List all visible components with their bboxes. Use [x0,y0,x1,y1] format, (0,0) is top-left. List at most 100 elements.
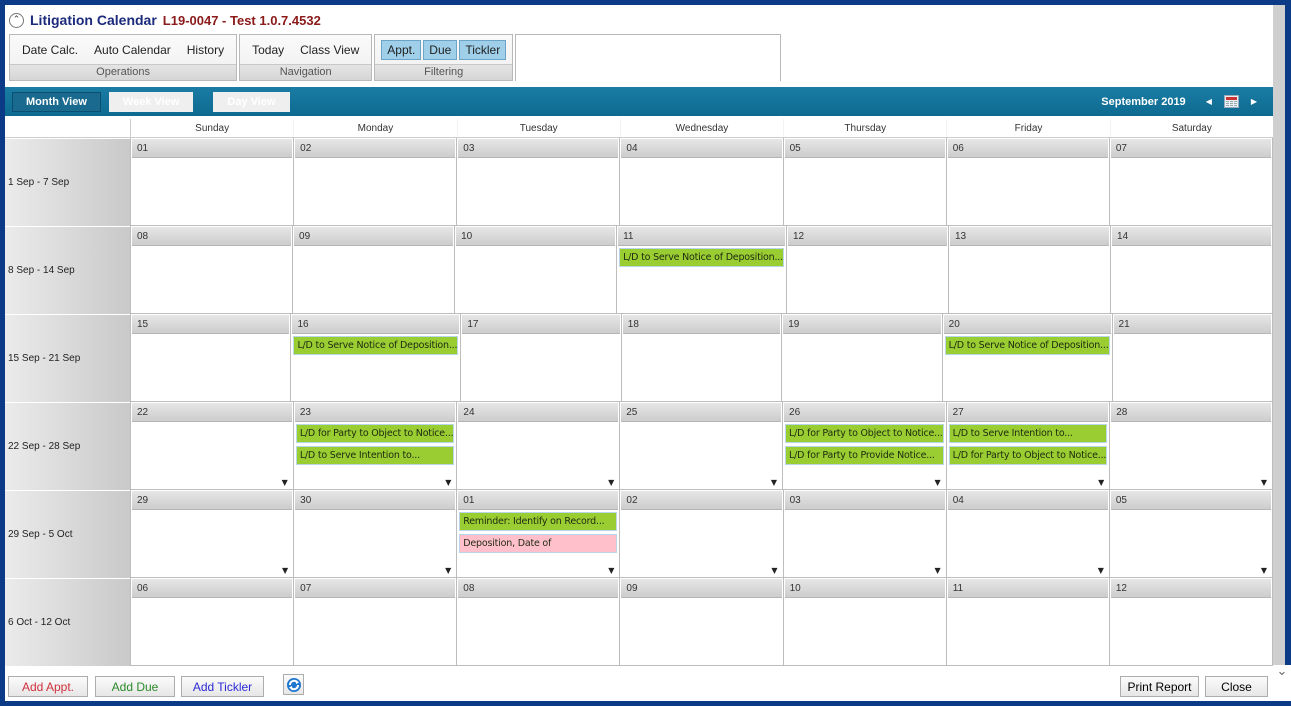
day-number-header[interactable]: 06 [132,579,293,598]
month-view-tab[interactable]: Month View [12,91,101,112]
day-body[interactable]: L/D to Serve Notice of Deposition... [291,334,461,402]
day-cell[interactable]: 19 [781,314,942,402]
calendar-event[interactable]: L/D to Serve Intention to... [295,446,455,465]
day-cell[interactable]: 17 [460,314,621,402]
day-cell[interactable]: 08 [456,578,620,666]
day-body[interactable] [946,158,1109,226]
day-cell[interactable]: 18 [620,314,782,402]
calendar-event[interactable]: L/D for Party to Object to Notice... [295,424,455,443]
day-cell[interactable]: 16 L/D to Serve Notice of Deposition... [290,314,461,402]
day-cell[interactable]: 03 [456,138,620,226]
day-number-header[interactable]: 12 [1110,579,1271,598]
day-body[interactable] [294,158,457,226]
day-body[interactable] [620,598,783,666]
day-cell[interactable]: 23 L/D for Party to Object to Notice... L/… [292,402,457,490]
day-body[interactable]: L/D to Serve Notice of Deposition... [617,246,786,314]
day-number-header[interactable]: 02 [295,139,456,158]
day-cell[interactable]: 09 [292,226,455,314]
day-cell[interactable]: 28 ▼ [1109,402,1274,490]
day-cell[interactable]: 02 ▼ [619,490,783,578]
day-cell[interactable]: 25 ▼ [619,402,783,490]
day-number-header[interactable]: 25 [621,403,782,422]
more-events-dropdown-icon[interactable]: ▼ [608,478,614,487]
calendar-event[interactable]: L/D for Party to Object to Notice... [948,446,1108,465]
day-number-header[interactable]: 01 [458,491,619,510]
day-body[interactable]: L/D to Serve Notice of Deposition... [942,334,1112,402]
day-cell[interactable]: 09 [619,578,783,666]
day-cell[interactable]: 08 [130,226,293,314]
day-number-header[interactable]: 03 [458,139,619,158]
day-body[interactable]: L/D for Party to Object to Notice... L/D … [293,422,457,490]
vertical-scrollbar[interactable] [1273,5,1285,665]
history-button[interactable]: History [181,40,230,60]
calendar-event[interactable]: L/D to Serve Notice of Deposition... [619,248,784,267]
more-events-dropdown-icon[interactable]: ▼ [282,478,288,487]
day-body[interactable] [782,334,942,402]
day-number-header[interactable]: 19 [783,315,941,334]
more-events-dropdown-icon[interactable]: ▼ [771,478,777,487]
day-body[interactable]: L/D for Party to Object to Notice... L/D … [783,422,946,490]
day-cell[interactable]: 07 [1108,138,1273,226]
calendar-event[interactable]: L/D to Serve Notice of Deposition... [293,336,459,355]
print-report-button[interactable]: Print Report [1120,676,1199,697]
scroll-down-chevron-icon[interactable]: ⌄ [1273,665,1291,701]
day-body[interactable]: ▼ [1110,422,1273,490]
day-cell[interactable]: 03 ▼ [782,490,946,578]
more-events-dropdown-icon[interactable]: ▼ [282,566,288,575]
day-number-header[interactable]: 02 [621,491,782,510]
day-cell[interactable]: 06 [130,578,294,666]
day-cell[interactable]: 21 [1111,314,1273,402]
add-due-button[interactable]: Add Due [95,676,175,697]
day-body[interactable] [293,246,455,314]
day-body[interactable]: L/D to Serve Intention to... L/D for Part… [946,422,1110,490]
calendar-event[interactable]: Deposition, Date of [459,534,618,553]
day-number-header[interactable]: 23 [294,403,456,422]
day-number-header[interactable]: 24 [458,403,619,422]
week-view-tab[interactable]: Week View [108,91,194,112]
day-number-header[interactable]: 18 [622,315,781,334]
today-button[interactable]: Today [246,40,290,60]
more-events-dropdown-icon[interactable]: ▼ [1261,566,1267,575]
day-number-header[interactable]: 26 [784,403,945,422]
day-body[interactable] [1112,334,1272,402]
close-button[interactable]: Close [1205,676,1268,697]
week-range-label[interactable]: 1 Sep - 7 Sep [5,139,130,226]
day-body[interactable] [455,246,617,314]
date-calc-button[interactable]: Date Calc. [16,40,84,60]
more-events-dropdown-icon[interactable]: ▼ [1098,566,1104,575]
day-cell[interactable]: 12 [1108,578,1273,666]
day-number-header[interactable]: 20 [943,315,1111,334]
day-number-header[interactable]: 08 [458,579,619,598]
day-number-header[interactable]: 17 [462,315,620,334]
day-number-header[interactable]: 22 [132,403,292,422]
day-cell[interactable]: 14 [1110,226,1274,314]
day-body[interactable]: ▼ [131,510,294,578]
day-number-header[interactable]: 11 [947,579,1108,598]
day-number-header[interactable]: 10 [456,227,616,246]
day-cell[interactable]: 07 [293,578,457,666]
day-number-header[interactable]: 16 [292,315,460,334]
filter-appt-toggle[interactable]: Appt. [381,39,422,60]
day-body[interactable] [621,334,782,402]
add-tickler-button[interactable]: Add Tickler [181,676,264,697]
day-number-header[interactable]: 28 [1111,403,1272,422]
week-range-label[interactable]: 29 Sep - 5 Oct [5,491,130,578]
day-body[interactable] [457,158,620,226]
week-range-label[interactable]: 15 Sep - 21 Sep [5,315,130,402]
day-cell[interactable]: 11 [945,578,1109,666]
day-number-header[interactable]: 06 [947,139,1108,158]
day-number-header[interactable]: 08 [132,227,292,246]
day-number-header[interactable]: 14 [1112,227,1272,246]
day-body[interactable]: ▼ [457,422,620,490]
day-number-header[interactable]: 11 [618,227,785,246]
more-events-dropdown-icon[interactable]: ▼ [1261,478,1267,487]
day-cell[interactable]: 10 [782,578,946,666]
day-number-header[interactable]: 03 [784,491,945,510]
day-body[interactable] [948,246,1111,314]
auto-calendar-button[interactable]: Auto Calendar [88,40,177,60]
day-body[interactable] [457,598,620,666]
day-body[interactable] [131,598,294,666]
more-events-dropdown-icon[interactable]: ▼ [771,566,777,575]
day-cell[interactable]: 30 ▼ [293,490,457,578]
refresh-button[interactable] [283,674,304,695]
